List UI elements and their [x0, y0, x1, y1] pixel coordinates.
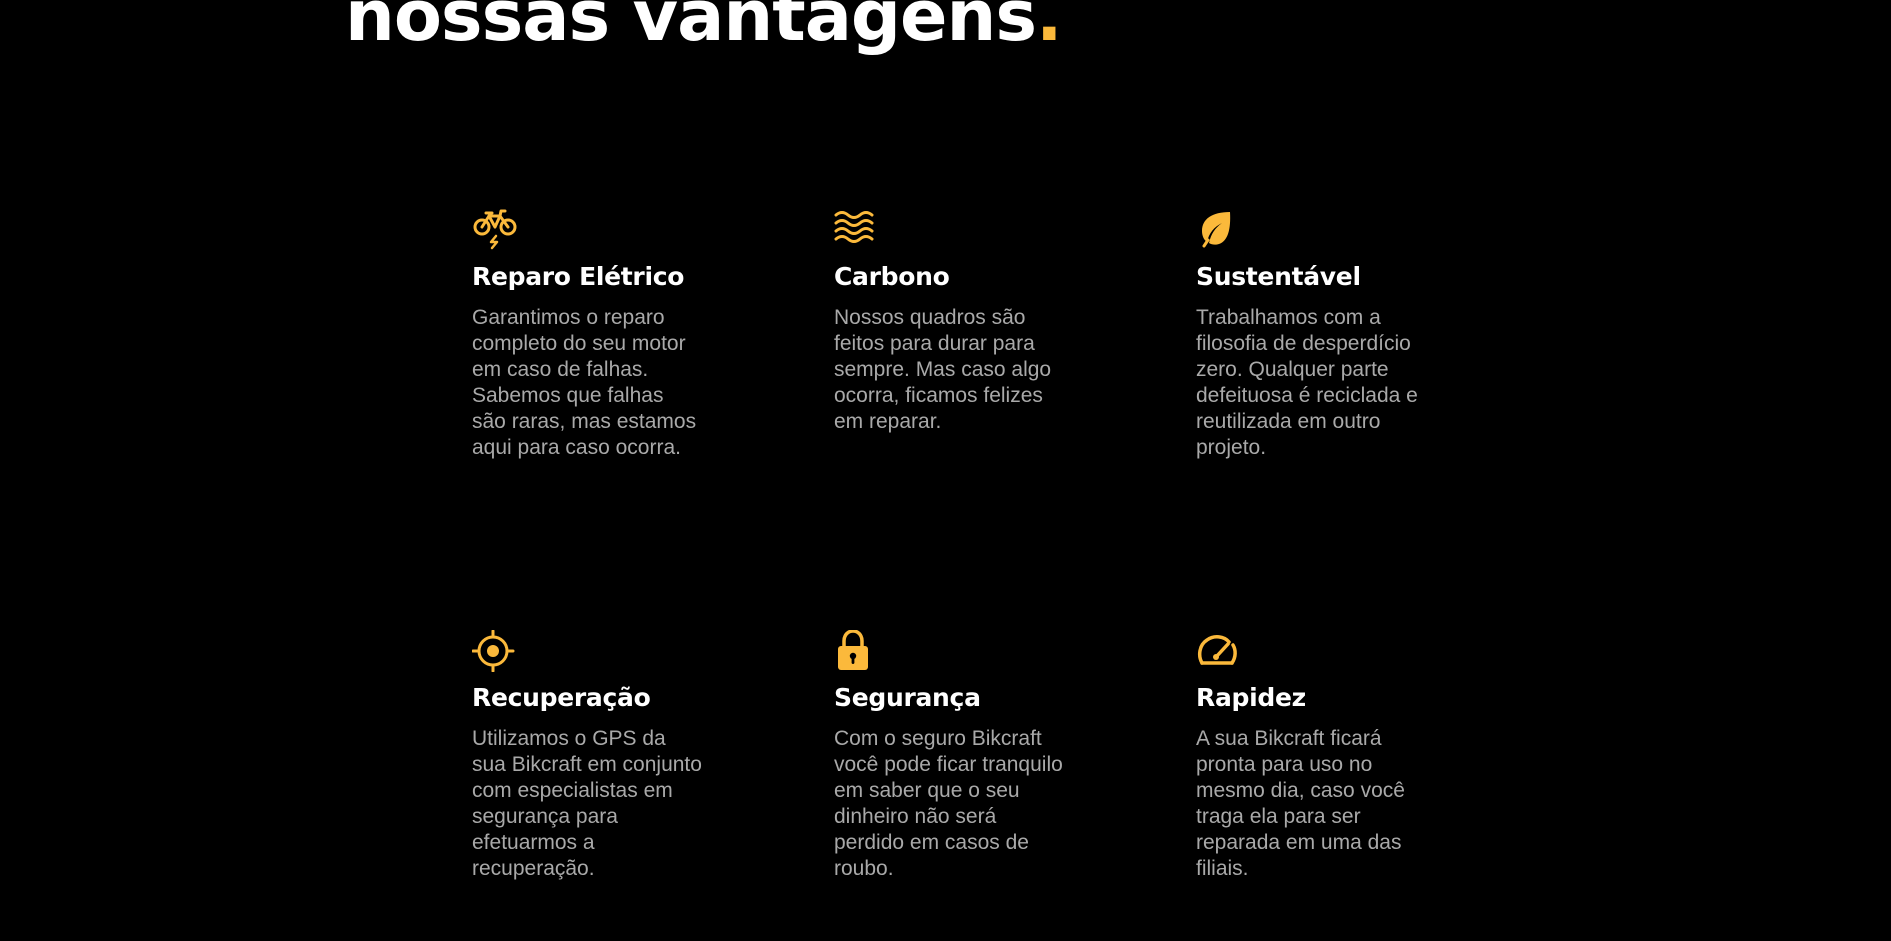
feature-title: Carbono [834, 262, 950, 291]
feature-title: Segurança [834, 683, 981, 712]
waves-icon [834, 209, 882, 251]
feature-card-rapidez: Rapidez A sua Bikcraft ficará pronta par… [1196, 630, 1436, 882]
speedometer-icon [1196, 630, 1244, 672]
section-title-text: nossas vantagens [345, 0, 1037, 57]
target-icon [472, 630, 520, 672]
feature-card-sustentavel: Sustentável Trabalhamos com a filosofia … [1196, 209, 1436, 461]
section-title: nossas vantagens. [345, 0, 1063, 66]
feature-description: Com o seguro Bikcraft você pode ficar tr… [834, 727, 1063, 880]
feature-description: Nossos quadros são feitos para durar par… [834, 306, 1052, 433]
lock-icon [834, 630, 882, 672]
feature-card-seguranca: Segurança Com o seguro Bikcraft você pod… [834, 630, 1074, 882]
leaf-icon [1196, 209, 1244, 251]
advantages-section: nossas vantagens. Reparo Elétrico Garant… [0, 0, 1891, 941]
feature-title: Rapidez [1196, 683, 1306, 712]
feature-description: Utilizamos o GPS da sua Bikcraft em conj… [472, 727, 702, 880]
feature-description: A sua Bikcraft ficará pronta para uso no… [1196, 727, 1405, 880]
feature-description: Garantimos o reparo completo do seu moto… [472, 306, 697, 459]
feature-card-reparo-eletrico: Reparo Elétrico Garantimos o reparo comp… [472, 209, 712, 461]
feature-card-carbono: Carbono Nossos quadros são feitos para d… [834, 209, 1074, 435]
feature-title: Reparo Elétrico [472, 262, 685, 291]
section-title-dot: . [1036, 0, 1063, 57]
feature-title: Sustentável [1196, 262, 1361, 291]
feature-card-recuperacao: Recuperação Utilizamos o GPS da sua Bikc… [472, 630, 712, 882]
feature-title: Recuperação [472, 683, 651, 712]
feature-description: Trabalhamos com a filosofia de desperdíc… [1196, 306, 1418, 459]
electric-bike-icon [472, 209, 520, 251]
